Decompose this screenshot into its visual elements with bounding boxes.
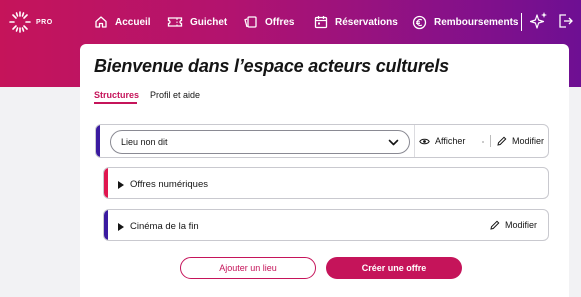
nav-divider bbox=[521, 13, 522, 31]
show-venue-button[interactable]: Afficher bbox=[419, 125, 465, 157]
cinema-card: Cinéma de la fin Modifier bbox=[103, 209, 549, 241]
cinema-title: Cinéma de la fin bbox=[130, 221, 199, 232]
home-icon bbox=[95, 16, 107, 28]
nav-offres-label: Offres bbox=[265, 16, 295, 28]
pencil-icon bbox=[497, 136, 507, 146]
nav-remboursements[interactable]: Remboursements bbox=[412, 0, 518, 44]
nav-offres[interactable]: Offres bbox=[243, 0, 294, 44]
nav-guichet-label: Guichet bbox=[190, 16, 228, 28]
card-accent-bar bbox=[104, 210, 108, 240]
offers-icon bbox=[244, 16, 257, 28]
tab-structures[interactable]: Structures bbox=[94, 90, 139, 100]
show-venue-label: Afficher bbox=[435, 136, 466, 146]
cinema-toggle[interactable]: Cinéma de la fin bbox=[118, 221, 199, 232]
nav-reservations-label: Réservations bbox=[335, 16, 398, 28]
sparkle-icon[interactable] bbox=[530, 11, 548, 31]
logo-icon bbox=[9, 11, 31, 33]
pencil-icon bbox=[490, 220, 500, 230]
digital-offers-toggle[interactable]: Offres numériques bbox=[118, 179, 208, 190]
digital-offers-title: Offres numériques bbox=[130, 179, 208, 190]
nav-remboursements-label: Remboursements bbox=[434, 16, 519, 28]
edit-cinema-label: Modifier bbox=[505, 220, 538, 230]
calendar-icon bbox=[314, 16, 328, 29]
digital-offers-card: Offres numériques bbox=[103, 167, 549, 199]
nav-accueil-label: Accueil bbox=[115, 16, 151, 28]
card-accent-bar bbox=[96, 125, 100, 157]
expand-triangle-icon bbox=[118, 222, 124, 231]
venue-select-value: Lieu non dit bbox=[121, 137, 168, 147]
top-navigation: PRO Accueil Guichet Offres Réservations … bbox=[0, 0, 581, 44]
create-offer-button[interactable]: Créer une offre bbox=[326, 257, 462, 279]
card-accent-bar bbox=[104, 168, 108, 198]
tab-active-indicator bbox=[94, 102, 137, 104]
edit-cinema-button[interactable]: Modifier bbox=[490, 210, 537, 240]
logo-label: PRO bbox=[36, 18, 53, 26]
edit-venue-button[interactable]: Modifier bbox=[490, 125, 544, 157]
venue-card: Lieu non dit Afficher Modifier bbox=[95, 124, 549, 158]
card-divider bbox=[414, 125, 415, 157]
action-separator bbox=[490, 135, 491, 147]
logout-icon[interactable] bbox=[558, 13, 573, 29]
page-title: Bienvenue dans l’espace acteurs culturel… bbox=[94, 56, 449, 76]
nav-reservations[interactable]: Réservations bbox=[314, 0, 398, 44]
logo[interactable]: PRO bbox=[8, 9, 80, 35]
edit-venue-label: Modifier bbox=[512, 136, 545, 146]
venue-select[interactable]: Lieu non dit bbox=[110, 130, 410, 154]
main-panel: Bienvenue dans l’espace acteurs culturel… bbox=[80, 44, 569, 297]
nav-accueil[interactable]: Accueil bbox=[94, 0, 151, 44]
euro-icon bbox=[412, 15, 427, 29]
ticket-icon bbox=[167, 17, 183, 27]
add-venue-button[interactable]: Ajouter un lieu bbox=[180, 257, 316, 279]
nav-guichet[interactable]: Guichet bbox=[167, 0, 227, 44]
expand-triangle-icon bbox=[118, 180, 124, 189]
eye-icon bbox=[419, 138, 430, 144]
tab-profil-et-aide[interactable]: Profil et aide bbox=[150, 90, 200, 100]
chevron-down-icon bbox=[388, 139, 399, 146]
separator-dot bbox=[482, 141, 484, 143]
